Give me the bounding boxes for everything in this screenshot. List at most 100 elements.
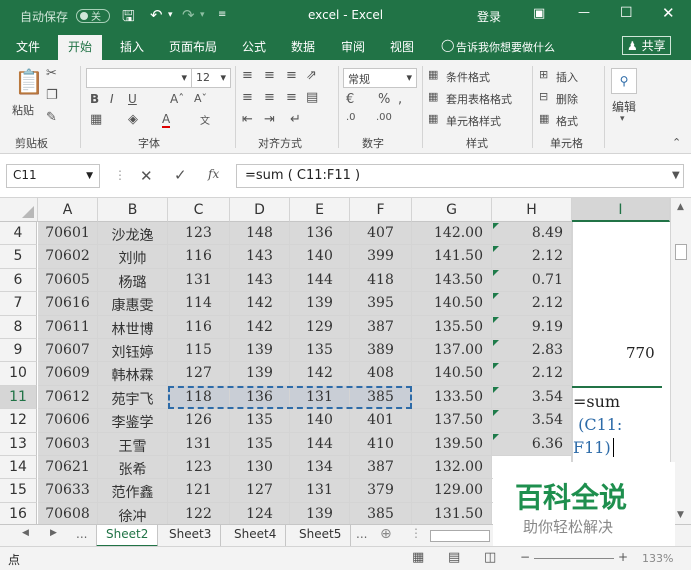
cell-g16[interactable]: 131.50: [412, 502, 492, 524]
editing-button[interactable]: 编辑: [612, 98, 636, 115]
scroll-down-icon[interactable]: ▼: [677, 510, 684, 520]
column-header-c[interactable]: C: [168, 198, 230, 222]
cell-b7[interactable]: 康惠雯: [98, 292, 168, 316]
maximize-icon[interactable]: ☐: [620, 5, 633, 21]
more-sheets-left[interactable]: ...: [76, 527, 87, 541]
cell-c13[interactable]: 131: [168, 432, 230, 456]
row-header[interactable]: 9: [0, 339, 37, 363]
cell-g7[interactable]: 140.50: [412, 292, 492, 316]
cell-d10[interactable]: 139: [230, 362, 290, 386]
cell-e8[interactable]: 129: [290, 315, 350, 339]
cell-f12[interactable]: 401: [350, 409, 412, 433]
cancel-icon[interactable]: ✕: [140, 167, 153, 185]
cell-g6[interactable]: 143.50: [412, 268, 492, 293]
cell-h4[interactable]: 8.49: [492, 222, 572, 246]
select-all-corner[interactable]: [0, 198, 38, 222]
percent-icon[interactable]: %: [378, 92, 390, 107]
border-icon[interactable]: ▦: [90, 112, 102, 127]
column-header-h[interactable]: H: [492, 198, 572, 222]
cell-b5[interactable]: 刘帅: [98, 245, 168, 269]
cell-h6[interactable]: 0.71: [492, 268, 572, 293]
format-painter-icon[interactable]: ✎: [46, 110, 57, 125]
align-left-icon[interactable]: ≡: [242, 90, 253, 105]
cell-c12[interactable]: 126: [168, 409, 230, 433]
column-header-e[interactable]: E: [290, 198, 350, 222]
cell-a7[interactable]: 70616: [38, 292, 98, 316]
cell-h7[interactable]: 2.12: [492, 292, 572, 316]
cell-a4[interactable]: 70601: [38, 222, 98, 246]
row-header[interactable]: 10: [0, 362, 37, 386]
cell-e6[interactable]: 144: [290, 268, 350, 293]
orientation-icon[interactable]: ⇗: [306, 68, 317, 83]
cell-b16[interactable]: 徐冲: [98, 502, 168, 524]
redo-icon[interactable]: ↷: [182, 6, 195, 24]
cell-c7[interactable]: 114: [168, 292, 230, 316]
column-header-f[interactable]: F: [350, 198, 412, 222]
cell-d8[interactable]: 142: [230, 315, 290, 339]
format-as-table-button[interactable]: 套用表格格式: [446, 91, 512, 107]
cell-b15[interactable]: 范作鑫: [98, 479, 168, 503]
cell-e4[interactable]: 136: [290, 222, 350, 246]
phonetic-icon[interactable]: 文: [200, 112, 210, 127]
cell-d13[interactable]: 135: [230, 432, 290, 456]
insert-function-icon[interactable]: fx: [208, 167, 219, 181]
tab-insert[interactable]: 插入: [120, 38, 144, 55]
cell-e16[interactable]: 139: [290, 502, 350, 524]
horizontal-scrollbar[interactable]: [430, 530, 490, 542]
cell-f15[interactable]: 379: [350, 479, 412, 503]
column-header-b[interactable]: B: [98, 198, 168, 222]
cell-a11[interactable]: 70612: [38, 385, 98, 410]
cell-f6[interactable]: 418: [350, 268, 412, 293]
row-header[interactable]: 12: [0, 409, 37, 433]
cell-b8[interactable]: 林世博: [98, 315, 168, 339]
align-center-icon[interactable]: ≡: [264, 90, 275, 105]
cell-c16[interactable]: 122: [168, 502, 230, 524]
search-icon[interactable]: ⚲: [611, 68, 637, 94]
save-icon[interactable]: 🖫: [122, 6, 135, 31]
cell-g13[interactable]: 139.50: [412, 432, 492, 456]
cell-e10[interactable]: 142: [290, 362, 350, 386]
cell-b14[interactable]: 张希: [98, 456, 168, 480]
cell-a13[interactable]: 70603: [38, 432, 98, 456]
tab-view[interactable]: 视图: [390, 38, 414, 55]
cell-h13[interactable]: 6.36: [492, 432, 572, 456]
scroll-up-icon[interactable]: ▲: [677, 202, 684, 212]
next-sheet-icon[interactable]: ▶: [50, 528, 57, 538]
decrease-indent-icon[interactable]: ⇤: [242, 112, 253, 127]
row-header[interactable]: 8: [0, 315, 37, 339]
cell-f16[interactable]: 385: [350, 502, 412, 524]
cell-g15[interactable]: 129.00: [412, 479, 492, 503]
cell-h12[interactable]: 3.54: [492, 409, 572, 433]
cell-e14[interactable]: 134: [290, 456, 350, 480]
cell-e9[interactable]: 135: [290, 339, 350, 363]
autosave-toggle[interactable]: 关: [76, 9, 110, 23]
column-header-d[interactable]: D: [230, 198, 290, 222]
more-sheets-right[interactable]: ...: [356, 527, 367, 541]
undo-dropdown-icon[interactable]: ▾: [168, 10, 173, 20]
row-header[interactable]: 16: [0, 502, 37, 524]
cell-g5[interactable]: 141.50: [412, 245, 492, 269]
column-header-a[interactable]: A: [38, 198, 98, 222]
cell-h5[interactable]: 2.12: [492, 245, 572, 269]
row-header[interactable]: 7: [0, 292, 37, 316]
increase-decimal-icon[interactable]: .0: [346, 112, 356, 123]
cell-h11[interactable]: 3.54: [492, 385, 572, 410]
cell-b4[interactable]: 沙龙逸: [98, 222, 168, 246]
cell-d9[interactable]: 139: [230, 339, 290, 363]
cell-f13[interactable]: 410: [350, 432, 412, 456]
row-header[interactable]: 15: [0, 479, 37, 503]
enter-icon[interactable]: ✓: [174, 166, 187, 184]
cell-d15[interactable]: 127: [230, 479, 290, 503]
cell-styles-button[interactable]: 单元格样式: [446, 113, 501, 129]
column-header-i[interactable]: I: [572, 198, 670, 222]
cell-g14[interactable]: 132.00: [412, 456, 492, 480]
zoom-out-icon[interactable]: −: [520, 550, 530, 564]
cell-a14[interactable]: 70621: [38, 456, 98, 480]
page-break-view-icon[interactable]: ◫: [484, 550, 496, 565]
formula-input[interactable]: =sum ( C11:F11 ): [236, 164, 684, 188]
cell-c15[interactable]: 121: [168, 479, 230, 503]
align-middle-icon[interactable]: ≡: [264, 68, 275, 83]
paste-icon[interactable]: 📋: [14, 68, 44, 96]
cell-f8[interactable]: 387: [350, 315, 412, 339]
fill-color-icon[interactable]: ◈: [128, 112, 138, 127]
